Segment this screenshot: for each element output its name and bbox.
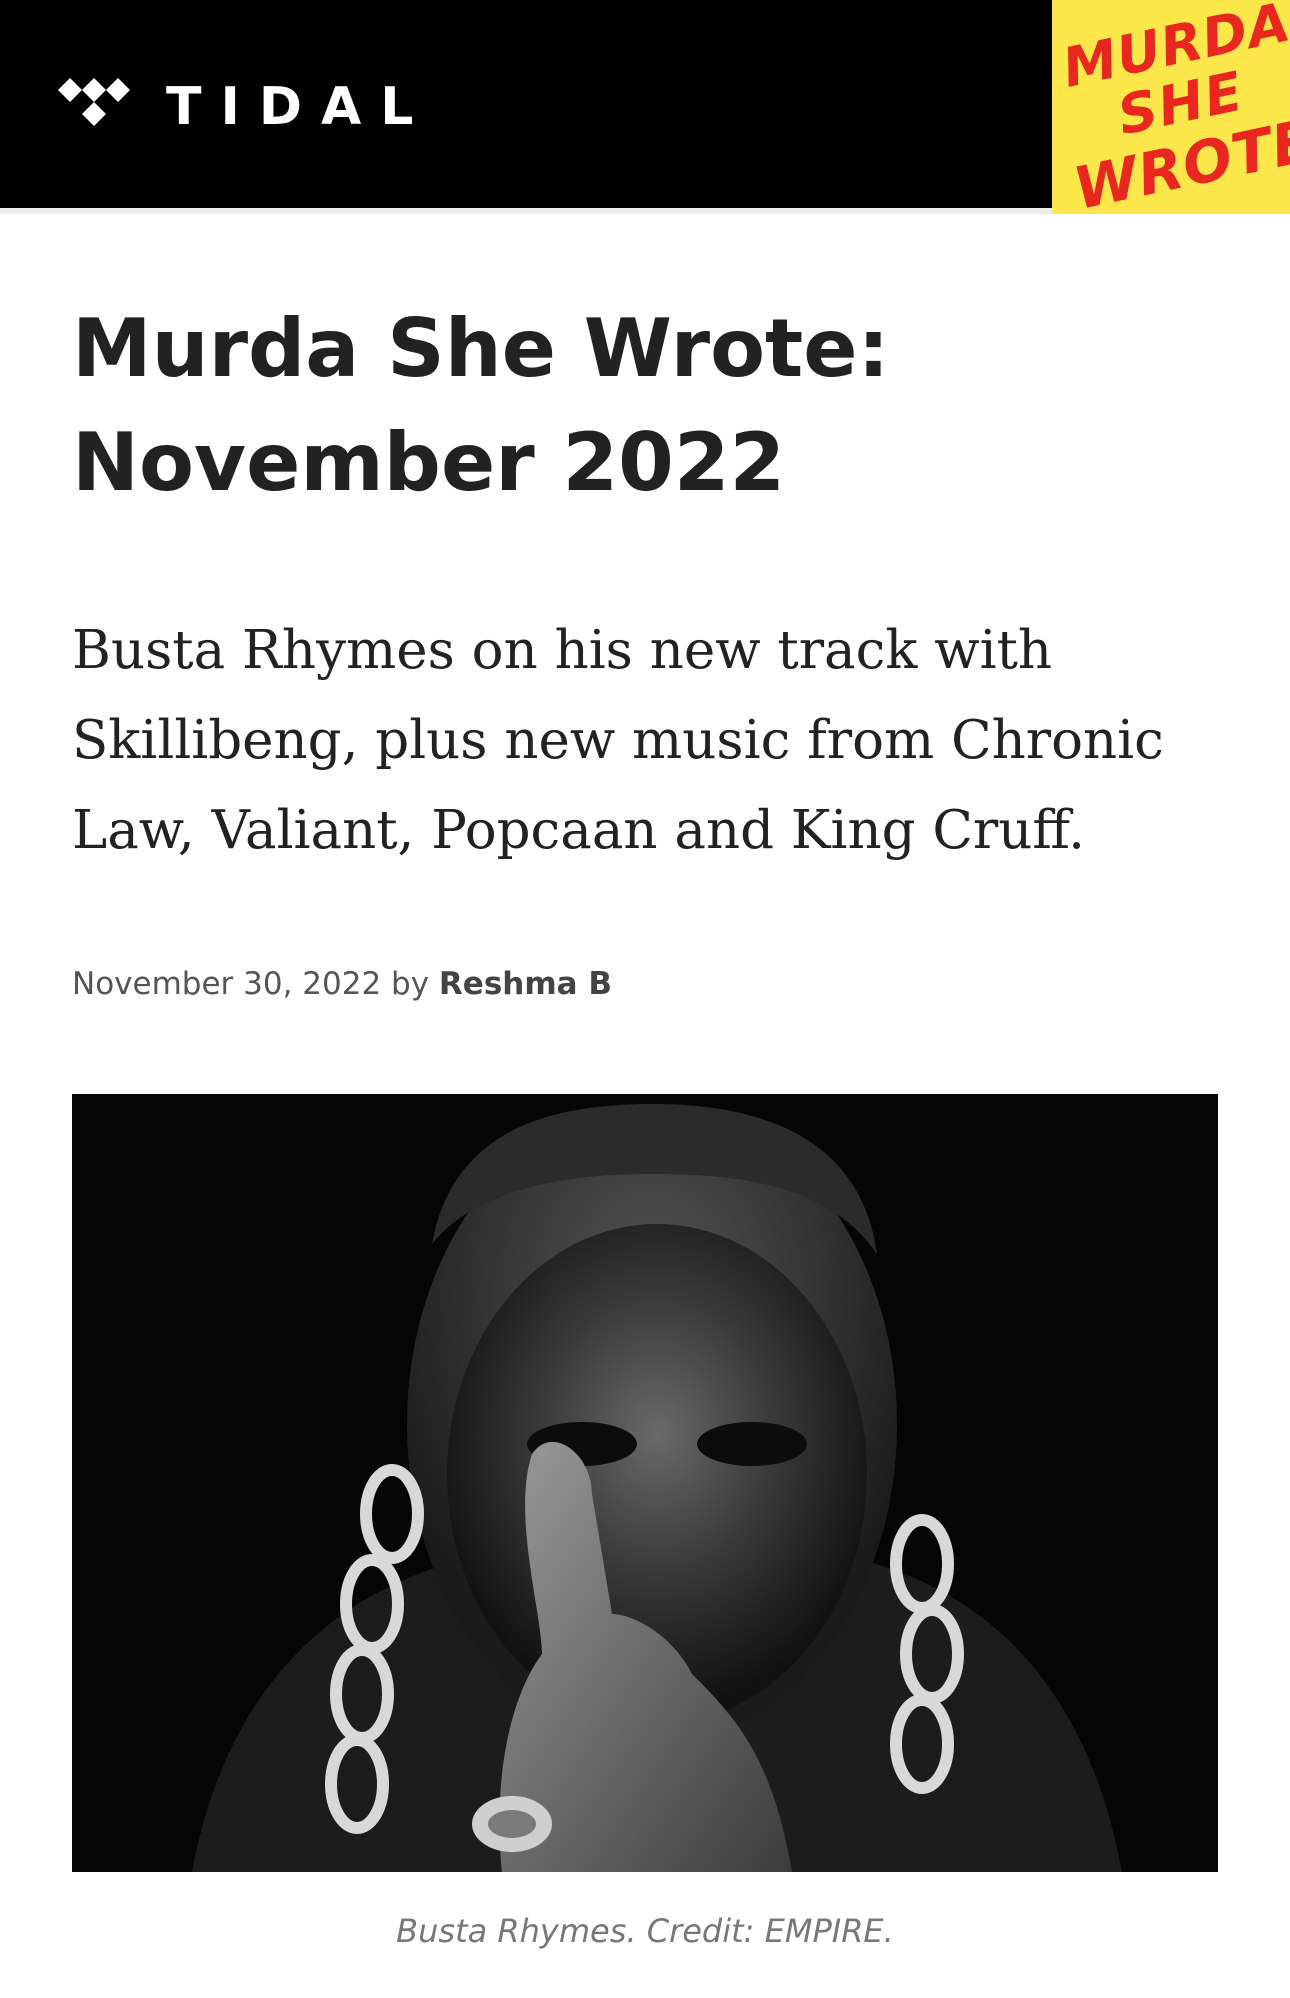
article-byline: November 30, 2022 by Reshma B <box>72 966 612 1003</box>
hero-photo <box>72 1094 1218 1872</box>
tidal-wordmark: TIDAL <box>166 77 433 137</box>
author-link[interactable]: Reshma B <box>439 966 612 1002</box>
article-title: Murda She Wrote: November 2022 <box>72 302 890 509</box>
murda-she-wrote-logo: MURDA SHE WROTE <box>1052 0 1290 214</box>
publish-date: November 30, 2022 <box>72 966 382 1002</box>
tidal-diamonds-icon <box>58 78 130 126</box>
tidal-logo-link[interactable]: TIDAL <box>58 78 432 136</box>
hero-image <box>72 1094 1218 1872</box>
article-dek: Busta Rhymes on his new track with Skill… <box>72 620 1164 861</box>
byline-by: by <box>391 966 430 1002</box>
hero-caption: Busta Rhymes. Credit: EMPIRE. <box>396 1912 894 1950</box>
murda-she-wrote-badge[interactable]: MURDA SHE WROTE <box>1052 0 1290 214</box>
